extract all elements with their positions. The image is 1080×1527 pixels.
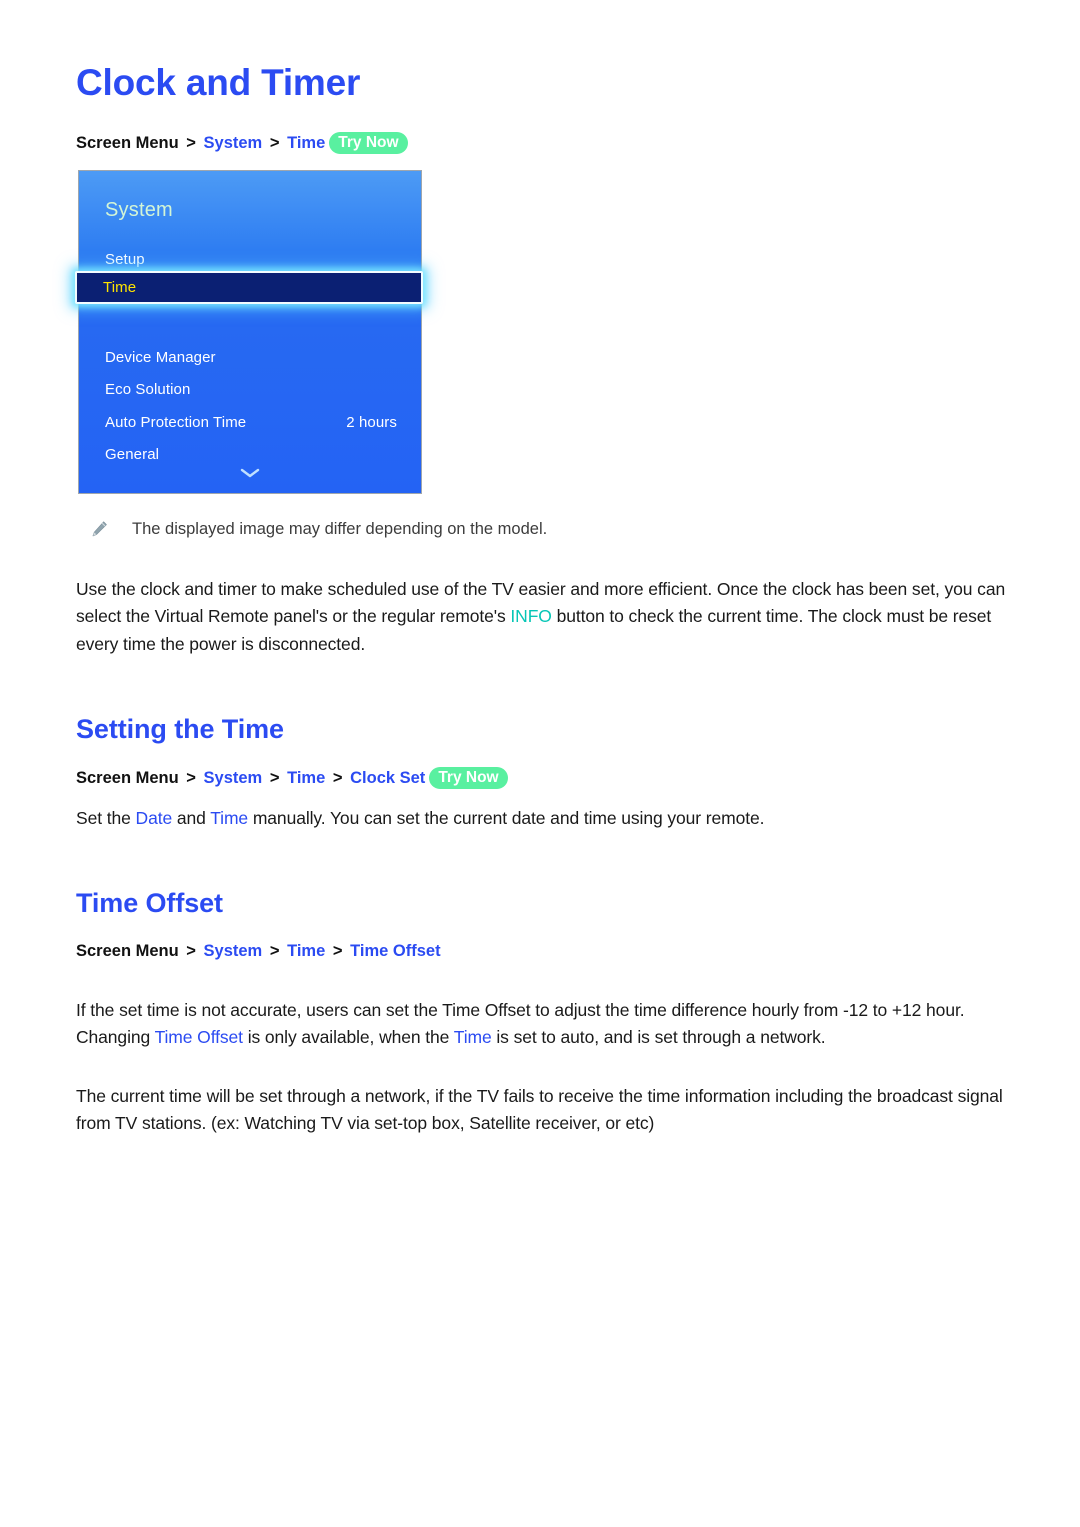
- tv-menu-item-label: General: [105, 446, 160, 464]
- section-title-time-offset: Time Offset: [76, 888, 223, 919]
- tv-menu-title: System: [105, 199, 173, 222]
- pencil-icon: [88, 519, 110, 541]
- time-offset-paragraph-2: The current time will be set through a n…: [76, 1085, 1003, 1134]
- breadcrumb-root: Screen Menu: [76, 134, 179, 152]
- setting-the-time-paragraph: Set the Date and Time manually. You can …: [76, 805, 1010, 832]
- link-time[interactable]: Time: [210, 808, 248, 828]
- breadcrumb-separator: >: [269, 134, 280, 152]
- breadcrumb-separator: >: [332, 768, 343, 787]
- breadcrumb-separator: >: [186, 942, 196, 961]
- tv-menu-panel: System Setup Menu Language English Time …: [75, 170, 423, 495]
- tv-menu-screenshot: System Setup Menu Language English Time …: [75, 170, 423, 500]
- tv-menu-item-time-spacer: [79, 308, 421, 341]
- intro-paragraph: Use the clock and timer to make schedule…: [76, 576, 1010, 657]
- tv-menu-item-label: Eco Solution: [105, 381, 191, 399]
- tv-menu-item-label: Device Manager: [105, 348, 216, 366]
- section-title-setting-the-time: Setting the Time: [76, 713, 284, 744]
- breadcrumb-setting-the-time: Screen Menu > System > Time > Clock Set T…: [76, 766, 1010, 790]
- breadcrumb-separator: >: [269, 768, 280, 787]
- breadcrumb-link-clock-set[interactable]: Clock Set: [350, 769, 425, 787]
- tv-menu-item-label: Setup: [105, 251, 145, 269]
- note-displayed-image: The displayed image may differ depending…: [88, 518, 1010, 542]
- tv-menu-item-device-manager[interactable]: Device Manager: [79, 341, 421, 374]
- tv-menu-item-general[interactable]: General: [79, 438, 421, 471]
- link-time[interactable]: Time: [454, 1027, 492, 1047]
- note-text: The displayed image may differ depending…: [132, 520, 548, 539]
- breadcrumb-separator: >: [186, 768, 196, 787]
- page-title: Clock and Timer: [76, 62, 361, 103]
- breadcrumb-link-system[interactable]: System: [204, 134, 263, 152]
- breadcrumb-link-system[interactable]: System: [204, 769, 263, 787]
- link-time-offset[interactable]: Time Offset: [155, 1027, 243, 1047]
- to-part-2: is only available, when the: [242, 1026, 454, 1047]
- try-now-badge[interactable]: Try Now: [329, 132, 408, 155]
- breadcrumb-link-time[interactable]: Time: [287, 942, 325, 960]
- breadcrumb-time-offset: Screen Menu > System > Time > Time Offse…: [76, 941, 1010, 962]
- breadcrumb-root: Screen Menu: [76, 942, 179, 961]
- breadcrumb-separator: >: [332, 942, 343, 961]
- tv-menu-item-time[interactable]: Time: [75, 271, 423, 305]
- to-part-3: is set to auto, and is set through a net…: [491, 1026, 826, 1047]
- try-now-badge[interactable]: Try Now: [429, 766, 508, 790]
- tv-menu-item-label: Time: [103, 279, 137, 297]
- breadcrumb-link-system[interactable]: System: [204, 942, 263, 960]
- chevron-down-icon[interactable]: [79, 467, 421, 479]
- tv-menu-item-label: Auto Protection Time: [105, 413, 247, 431]
- sett-part-3: manually. You can set the current date a…: [248, 808, 765, 829]
- breadcrumb-link-time[interactable]: Time: [287, 134, 325, 152]
- breadcrumb-separator: >: [186, 134, 196, 152]
- info-button-reference: INFO: [510, 606, 552, 627]
- breadcrumb-root: Screen Menu: [76, 768, 179, 787]
- document-page: Clock and Timer Screen Menu > System > T…: [0, 0, 1080, 1527]
- tv-menu-item-auto-protection-time[interactable]: Auto Protection Time 2 hours: [79, 406, 421, 439]
- breadcrumb-link-time[interactable]: Time: [287, 769, 325, 787]
- sett-part-2: and: [172, 808, 211, 829]
- breadcrumb-separator: >: [269, 942, 280, 961]
- sett-part-1: Set the: [76, 808, 136, 829]
- tv-menu-item-eco-solution[interactable]: Eco Solution: [79, 373, 421, 406]
- time-offset-paragraph-1: If the set time is not accurate, users c…: [76, 997, 1010, 1051]
- breadcrumb-link-time-offset[interactable]: Time Offset: [350, 942, 440, 960]
- tv-menu-item-value: 2 hours: [346, 413, 397, 431]
- link-date[interactable]: Date: [136, 808, 173, 828]
- breadcrumb-clock-and-timer: Screen Menu > System > Time Try Now: [76, 132, 1010, 155]
- tv-menu-list: Setup Menu Language English Time Device …: [75, 243, 423, 471]
